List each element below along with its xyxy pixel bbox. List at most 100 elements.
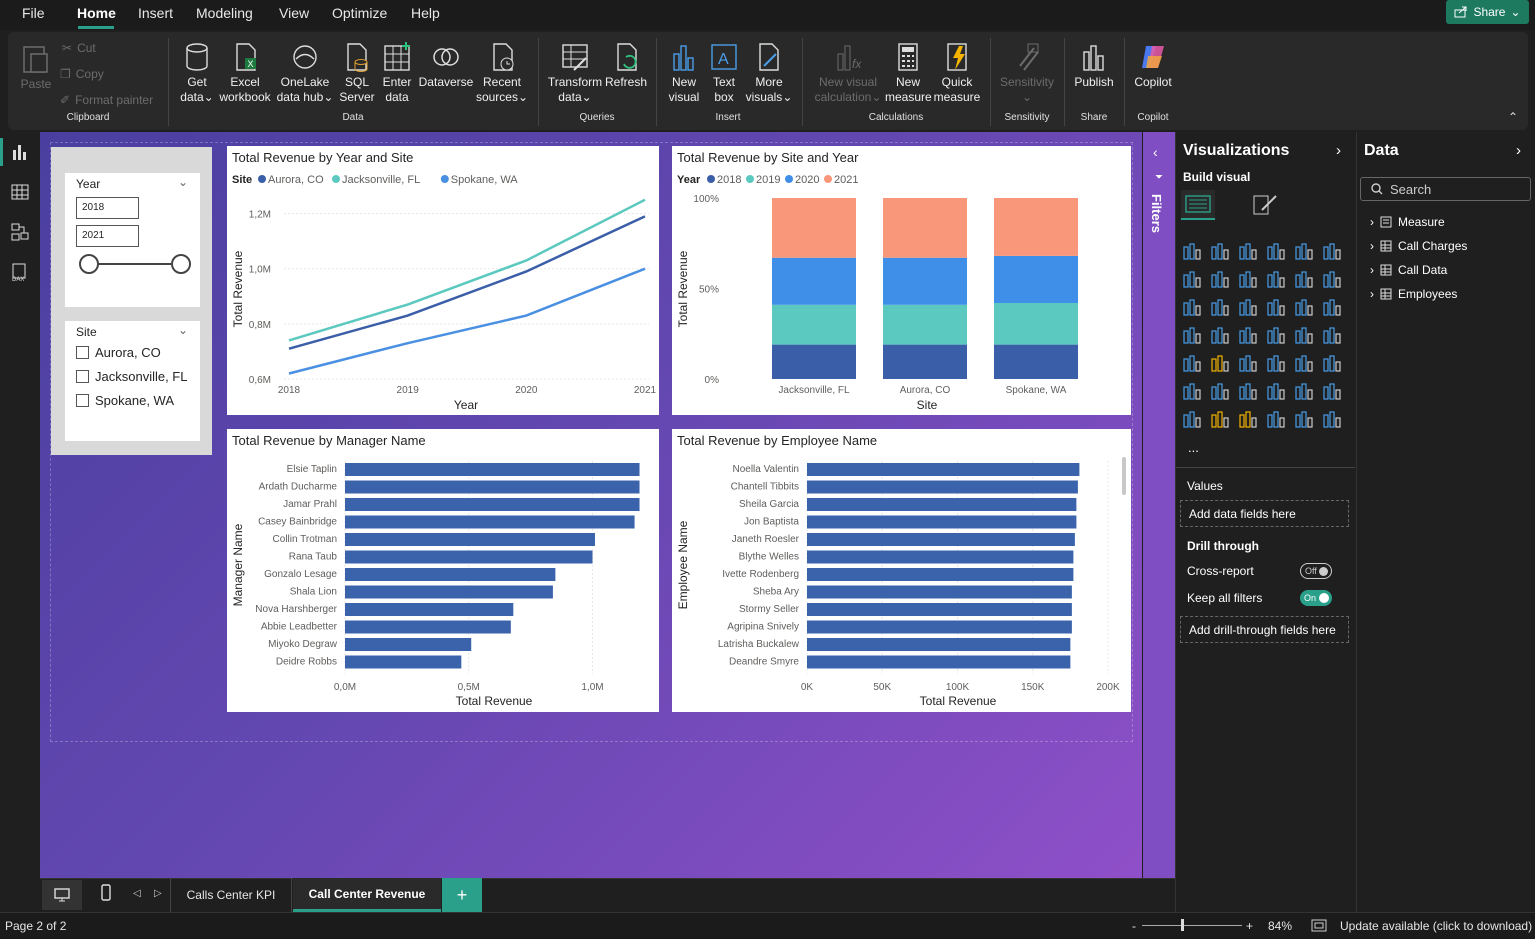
copilot-button[interactable]: Copilot <box>1130 42 1176 90</box>
year-from-input[interactable]: 2018 <box>76 197 139 219</box>
collapse-viz-pane-icon[interactable]: › <box>1336 142 1341 159</box>
text-box-button[interactable]: A Text box <box>706 42 742 105</box>
tree-item-employees[interactable]: › Employees <box>1370 287 1457 301</box>
checkbox[interactable] <box>76 346 89 359</box>
collapse-ribbon-icon[interactable]: ⌃ <box>1508 110 1518 124</box>
dax-query-view-icon[interactable]: DAX <box>10 262 30 282</box>
cut-label: Cut <box>77 41 96 55</box>
paste-button[interactable]: Paste <box>18 42 54 92</box>
table-view-icon[interactable] <box>10 182 30 202</box>
bar <box>807 638 1071 651</box>
previous-page-icon[interactable]: ◁ <box>133 888 141 899</box>
legend-label: 2020 <box>795 174 819 186</box>
site-option-spokane[interactable]: Spokane, WA <box>76 393 174 408</box>
keep-all-filters-toggle[interactable]: On <box>1300 590 1332 606</box>
menu-insert[interactable]: Insert <box>138 5 173 21</box>
zoom-slider-track[interactable] <box>1142 925 1242 926</box>
transform-data-button[interactable]: Transform data⌄ <box>546 42 604 105</box>
page-tab-calls-center-kpi[interactable]: Calls Center KPI <box>170 878 292 912</box>
zoom-slider-thumb[interactable] <box>1181 919 1184 931</box>
visual-type-icon <box>1217 355 1223 372</box>
values-well[interactable]: Add data fields here <box>1180 500 1349 527</box>
format-visual-tab[interactable] <box>1250 190 1280 220</box>
excel-workbook-button[interactable]: X Excel workbook <box>217 42 273 105</box>
desktop-layout-button[interactable] <box>42 880 82 910</box>
recent-sources-button[interactable]: Recent sources⌄ <box>475 42 529 105</box>
get-data-label-2: data <box>180 90 204 104</box>
legend-marker <box>332 175 340 183</box>
line-chart-card[interactable]: Total Revenue by Year and Site Site Auror… <box>227 146 659 415</box>
visual-type-icon <box>1223 305 1229 316</box>
chevron-down-icon[interactable]: ⌄ <box>178 323 188 337</box>
quick-measure-button[interactable]: Quick measure <box>933 42 981 105</box>
enter-data-button[interactable]: Enter data <box>378 42 416 105</box>
next-page-icon[interactable]: ▷ <box>154 888 162 899</box>
new-visual-calculation-button[interactable]: fx New visual calculation⌄ <box>810 42 886 105</box>
zoom-in-button[interactable]: + <box>1246 919 1253 933</box>
cross-report-toggle[interactable]: Off <box>1300 563 1332 579</box>
mobile-layout-button[interactable] <box>100 884 114 904</box>
sql-server-button[interactable]: SQL Server <box>338 42 376 105</box>
menu-modeling[interactable]: Modeling <box>196 5 253 21</box>
text-box-icon: A <box>711 44 737 70</box>
paintbrush-icon: ✐ <box>60 93 71 107</box>
visual-type-icon <box>1279 333 1285 344</box>
cut-button[interactable]: ✂ Cut <box>62 41 96 55</box>
fit-to-page-icon[interactable] <box>1311 919 1327 932</box>
tree-item-call-charges[interactable]: › Call Charges <box>1370 239 1467 253</box>
calculations-group-label: Calculations <box>868 112 924 123</box>
sql-label-1: SQL <box>344 75 369 89</box>
zoom-out-button[interactable]: - <box>1132 919 1136 933</box>
stacked-column-chart-card[interactable]: Total Revenue by Site and Year Year 2018 2… <box>672 146 1131 415</box>
drill-through-well[interactable]: Add drill-through fields here <box>1180 616 1349 643</box>
chart-scrollbar[interactable] <box>1122 457 1126 495</box>
site-option-jacksonville[interactable]: Jacksonville, FL <box>76 369 187 384</box>
format-painter-button[interactable]: ✐ Format painter <box>60 93 153 107</box>
search-input[interactable]: Search <box>1360 177 1531 201</box>
more-visuals-button[interactable]: More visuals⌄ <box>744 42 794 105</box>
get-data-button[interactable]: Get data⌄ <box>177 42 217 105</box>
tree-item-call-data[interactable]: › Call Data <box>1370 263 1447 277</box>
checkbox[interactable] <box>76 370 89 383</box>
menu-view[interactable]: View <box>279 5 309 21</box>
menu-help[interactable]: Help <box>411 5 440 21</box>
visual-type-icon <box>1307 305 1313 316</box>
share-button[interactable]: Share ⌄ <box>1446 0 1529 24</box>
model-view-icon[interactable] <box>10 222 30 242</box>
filters-pane[interactable]: ‹ ⏷ Filters <box>1143 132 1175 878</box>
sensitivity-button[interactable]: Sensitivity ⌄ <box>998 42 1056 105</box>
chevron-down-icon[interactable]: ⌄ <box>178 175 188 189</box>
onelake-data-hub-button[interactable]: OneLake data hub⌄ <box>275 42 335 105</box>
menu-file[interactable]: File <box>22 5 45 21</box>
more-visuals-ellipsis[interactable]: ... <box>1188 440 1199 455</box>
checkbox[interactable] <box>76 394 89 407</box>
copilot-icon <box>1142 46 1164 68</box>
year-range-end-handle[interactable] <box>171 254 191 274</box>
refresh-button[interactable]: Refresh <box>604 42 648 90</box>
visual-type-gallery[interactable] <box>1180 240 1350 440</box>
tree-item-measure[interactable]: › Measure <box>1370 215 1445 229</box>
copy-button[interactable]: ❐ Copy <box>60 67 104 81</box>
new-visual-button[interactable]: New visual <box>664 42 704 105</box>
bar <box>807 533 1075 546</box>
collapse-data-pane-icon[interactable]: › <box>1516 142 1521 159</box>
year-to-input[interactable]: 2021 <box>76 225 139 247</box>
new-measure-button[interactable]: New measure <box>885 42 932 105</box>
menu-optimize[interactable]: Optimize <box>332 5 387 21</box>
dataverse-label: Dataverse <box>418 75 474 89</box>
site-option-aurora[interactable]: Aurora, CO <box>76 345 161 360</box>
menu-home[interactable]: Home <box>77 5 116 21</box>
publish-button[interactable]: Publish <box>1070 42 1118 90</box>
page-tab-call-center-revenue[interactable]: Call Center Revenue <box>293 878 441 912</box>
add-page-button[interactable]: + <box>442 878 482 912</box>
report-view-icon[interactable] <box>10 142 30 162</box>
year-range-start-handle[interactable] <box>79 254 99 274</box>
dataverse-button[interactable]: Dataverse <box>418 42 474 90</box>
build-visual-tab[interactable] <box>1181 190 1215 220</box>
expand-filters-icon[interactable]: ‹ <box>1153 144 1158 160</box>
manager-bar-chart-card[interactable]: Total Revenue by Manager Name 0,0M 0,5M 1,… <box>227 429 659 712</box>
employee-bar-chart-card[interactable]: Total Revenue by Employee Name 0K 50K 100K… <box>672 429 1131 712</box>
svg-text:DAX: DAX <box>12 277 24 282</box>
update-available-link[interactable]: Update available (click to download) <box>1340 919 1532 933</box>
y-tick-label: Deidre Robbs <box>276 657 337 668</box>
